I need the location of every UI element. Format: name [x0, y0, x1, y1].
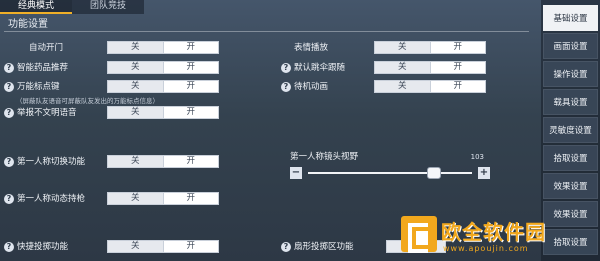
default-follow-label: 默认跳伞跟随	[294, 62, 346, 73]
help-icon[interactable]: ?	[4, 62, 14, 73]
idle-animation-off[interactable]: 关	[375, 81, 431, 92]
tab-team-deathmatch[interactable]: 团队竞技	[72, 0, 145, 14]
fpp-switch-off[interactable]: 关	[108, 156, 164, 167]
row-quick-throw: ? 快捷投掷功能 关 开	[4, 240, 219, 253]
sidebar-item-effects[interactable]: 效果设置	[543, 173, 598, 199]
emote-play-on[interactable]: 开	[431, 42, 486, 53]
auto-door-toggle[interactable]: 关 开	[107, 41, 219, 54]
help-icon[interactable]: ?	[4, 156, 14, 167]
universal-mark-label: 万能标点键	[17, 81, 60, 92]
fpp-dynamic-hold-toggle[interactable]: 关 开	[107, 192, 219, 205]
sidebar-item-basic[interactable]: 基础设置	[543, 5, 598, 31]
help-icon[interactable]: ?	[4, 241, 14, 252]
sidebar-item-controls[interactable]: 操作设置	[543, 61, 598, 87]
fov-increase-button[interactable]: +	[478, 167, 490, 179]
row-auto-door: 自动开门 关 开	[16, 41, 219, 54]
quick-throw-toggle[interactable]: 关 开	[107, 240, 219, 253]
help-icon[interactable]: ?	[4, 81, 14, 92]
fpp-switch-label: 第一人称切换功能	[17, 156, 86, 167]
fpp-fov-title: 第一人称镜头视野	[290, 152, 359, 162]
row-universal-mark: ? 万能标点键 关 开	[4, 80, 219, 93]
auto-door-label: 自动开门	[29, 42, 64, 53]
fpp-fov-slider[interactable]	[308, 167, 472, 179]
smart-meds-off[interactable]: 关	[108, 62, 164, 73]
report-voice-on[interactable]: 开	[164, 107, 219, 118]
quick-throw-on[interactable]: 开	[164, 241, 219, 252]
fpp-dynamic-hold-off[interactable]: 关	[108, 193, 164, 204]
smart-meds-toggle[interactable]: 关 开	[107, 61, 219, 74]
default-follow-toggle[interactable]: 关 开	[374, 61, 486, 74]
default-follow-off[interactable]: 关	[375, 62, 431, 73]
help-icon[interactable]: ?	[281, 241, 291, 252]
emote-play-off[interactable]: 关	[375, 42, 431, 53]
fpp-fov-value: 103	[470, 153, 484, 161]
sidebar-item-vehicle[interactable]: 载具设置	[543, 89, 598, 115]
settings-screen: 经典模式 团队竞技 功能设置 自动开门 关 开 ? 智能药品推荐 关 开 ? 万…	[0, 0, 600, 261]
help-icon[interactable]: ?	[281, 62, 291, 73]
universal-mark-on[interactable]: 开	[164, 81, 219, 92]
sidebar-item-sensitivity[interactable]: 灵敏度设置	[543, 117, 598, 143]
watermark-text: 欧全软件园	[441, 220, 546, 244]
tab-classic-mode[interactable]: 经典模式	[0, 0, 73, 14]
idle-animation-label: 待机动画	[294, 81, 329, 92]
row-idle-animation: ? 待机动画 关 开	[281, 80, 486, 93]
row-fpp-switch: ? 第一人称切换功能 关 开	[4, 155, 219, 168]
fpp-dynamic-hold-on[interactable]: 开	[164, 193, 219, 204]
row-smart-meds: ? 智能药品推荐 关 开	[4, 61, 219, 74]
watermark-logo-icon	[401, 216, 437, 253]
smart-meds-on[interactable]: 开	[164, 62, 219, 73]
help-icon[interactable]: ?	[281, 81, 291, 92]
idle-animation-toggle[interactable]: 关 开	[374, 80, 486, 93]
row-default-follow: ? 默认跳伞跟随 关 开	[281, 61, 486, 74]
quick-throw-label: 快捷投掷功能	[17, 241, 69, 252]
sidebar-item-graphics[interactable]: 画面设置	[543, 33, 598, 59]
row-fpp-dynamic-hold: ? 第一人称动态持枪 关 开	[4, 192, 219, 205]
universal-mark-note: （屏蔽队友语音可屏蔽队友发出的万能标点信息）	[16, 97, 159, 105]
fpp-fov-slider-block: 第一人称镜头视野 103 − +	[290, 150, 490, 179]
report-voice-toggle[interactable]: 关 开	[107, 106, 219, 119]
emote-play-toggle[interactable]: 关 开	[374, 41, 486, 54]
auto-door-off[interactable]: 关	[108, 42, 164, 53]
fpp-dynamic-hold-label: 第一人称动态持枪	[17, 193, 86, 204]
section-title: 功能设置	[4, 18, 529, 32]
site-watermark: 欧全软件园 www.apoujin.com	[401, 214, 561, 261]
auto-door-on[interactable]: 开	[164, 42, 219, 53]
row-emote-play: 表情播放 关 开	[281, 41, 486, 54]
smart-meds-label: 智能药品推荐	[17, 62, 69, 73]
default-follow-on[interactable]: 开	[431, 62, 486, 73]
universal-mark-off[interactable]: 关	[108, 81, 164, 92]
fan-throw-area-label: 扇形投掷区功能	[294, 241, 354, 252]
report-voice-label: 举报不文明语音	[17, 107, 77, 118]
row-report-voice: ? 举报不文明语音 关 开	[4, 106, 219, 119]
fpp-switch-on[interactable]: 开	[164, 156, 219, 167]
help-icon[interactable]: ?	[4, 193, 14, 204]
report-voice-off[interactable]: 关	[108, 107, 164, 118]
emote-play-label: 表情播放	[294, 42, 329, 53]
slider-thumb[interactable]	[427, 167, 442, 179]
universal-mark-toggle[interactable]: 关 开	[107, 80, 219, 93]
watermark-url: www.apoujin.com	[443, 244, 529, 253]
mode-tabs: 经典模式 团队竞技	[0, 0, 145, 14]
quick-throw-off[interactable]: 关	[108, 241, 164, 252]
idle-animation-on[interactable]: 开	[431, 81, 486, 92]
help-icon[interactable]: ?	[4, 107, 14, 118]
fpp-switch-toggle[interactable]: 关 开	[107, 155, 219, 168]
sidebar-item-pickup[interactable]: 拾取设置	[543, 145, 598, 171]
fov-decrease-button[interactable]: −	[290, 167, 302, 179]
